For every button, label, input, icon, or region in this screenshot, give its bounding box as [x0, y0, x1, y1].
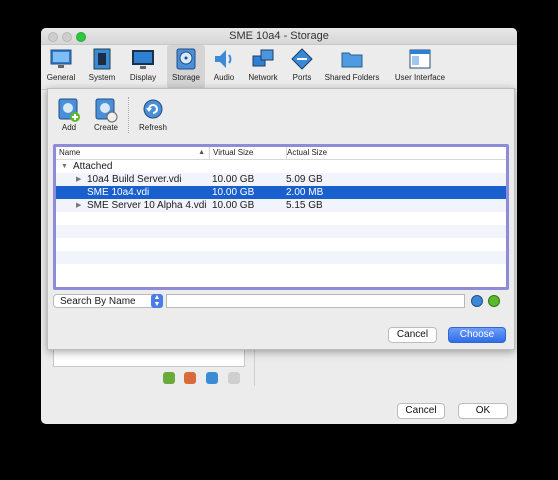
disclosure-collapsed-icon[interactable]: ▶ [76, 173, 81, 186]
display-icon [132, 50, 154, 69]
empty-row [56, 238, 506, 251]
ports-icon [291, 48, 313, 70]
empty-row [56, 251, 506, 264]
remove-controller-icon[interactable] [228, 372, 240, 384]
column-header-name[interactable]: Name ▲ [56, 147, 210, 159]
main-ok-button[interactable]: OK [458, 403, 508, 419]
disclosure-collapsed-icon[interactable]: ▶ [76, 199, 81, 212]
tab-network-label: Network [248, 73, 278, 82]
disk-table[interactable]: Name ▲ Virtual Size Actual Size ▼ Attach… [53, 144, 509, 290]
refresh-button[interactable]: Refresh [136, 97, 170, 132]
disk-name: 10a4 Build Server.vdi [87, 174, 182, 185]
search-forward-icon[interactable] [488, 295, 500, 307]
group-row-attached[interactable]: ▼ Attached [56, 160, 506, 173]
create-disk-icon [95, 98, 118, 123]
tab-user-interface[interactable]: User Interface [391, 45, 449, 89]
tab-shared-folders[interactable]: Shared Folders [323, 45, 381, 89]
disk-actual-size: 5.09 GB [286, 174, 323, 185]
create-disk-button[interactable]: Create [90, 97, 122, 132]
tab-display[interactable]: Display [125, 45, 161, 89]
search-input[interactable] [166, 294, 465, 308]
tab-audio[interactable]: Audio [209, 45, 239, 89]
tab-display-label: Display [129, 73, 157, 82]
toolbar-separator [128, 97, 130, 133]
search-backward-icon[interactable] [471, 295, 483, 307]
add-disk-label: Add [61, 123, 77, 132]
tab-user-interface-label: User Interface [394, 73, 446, 82]
refresh-label: Refresh [138, 123, 167, 132]
column-header-actual-size[interactable]: Actual Size [284, 147, 506, 159]
storage-disk-icon [176, 48, 196, 70]
title-bar: SME 10a4 - Storage [41, 28, 517, 45]
disk-virtual-size: 10.00 GB [212, 187, 255, 198]
close-window-button[interactable] [48, 32, 58, 42]
disk-name: SME 10a4.vdi [87, 187, 150, 198]
disk-virtual-size: 10.00 GB [212, 174, 255, 185]
table-rows: ▼ Attached ▶ 10a4 Build Server.vdi 10.00… [56, 160, 506, 277]
disclosure-expanded-icon[interactable]: ▼ [61, 160, 68, 173]
minimize-window-button[interactable] [62, 32, 72, 42]
select-arrows-icon: ▲ ▼ [151, 294, 163, 308]
search-mode-select[interactable]: Search By Name ▲ ▼ [53, 294, 163, 308]
table-row[interactable]: ▶ 10a4 Build Server.vdi 10.00 GB 5.09 GB [56, 173, 506, 186]
tab-shared-folders-label: Shared Folders [324, 73, 380, 82]
window-ui-icon [409, 49, 431, 69]
chip-icon [93, 48, 111, 70]
table-row[interactable]: ▶ SME Server 10 Alpha 4.vdi 10.00 GB 5.1… [56, 199, 506, 212]
tab-audio-label: Audio [213, 73, 235, 82]
disk-virtual-size: 10.00 GB [212, 200, 255, 211]
search-row: Search By Name ▲ ▼ [53, 294, 503, 310]
tab-storage-label: Storage [171, 73, 201, 82]
empty-row [56, 212, 506, 225]
tab-ports-label: Ports [292, 73, 312, 82]
empty-row [56, 264, 506, 277]
sort-ascending-icon: ▲ [198, 149, 205, 156]
tab-general-label: General [46, 73, 76, 82]
network-icon [252, 49, 274, 67]
column-header-virtual-size[interactable]: Virtual Size [210, 147, 287, 159]
search-mode-value: Search By Name [60, 296, 136, 307]
tab-ports[interactable]: Ports [287, 45, 317, 89]
speaker-icon [215, 50, 232, 68]
create-disk-label: Create [93, 123, 118, 132]
disk-name: SME Server 10 Alpha 4.vdi [87, 200, 207, 211]
remove-attachment-icon[interactable] [184, 372, 196, 384]
table-header: Name ▲ Virtual Size Actual Size [56, 147, 506, 160]
disk-actual-size: 2.00 MB [286, 187, 324, 198]
tab-network[interactable]: Network [245, 45, 281, 89]
add-disk-button[interactable]: Add [55, 97, 83, 132]
empty-row [56, 225, 506, 238]
zoom-window-button[interactable] [76, 32, 86, 42]
add-disk-icon [58, 98, 80, 122]
tab-storage[interactable]: Storage [167, 45, 205, 89]
settings-toolbar: General System Display Storage Audio Net… [41, 45, 517, 90]
window-title: SME 10a4 - Storage [229, 30, 329, 42]
add-attachment-icon[interactable] [163, 372, 175, 384]
add-controller-icon[interactable] [206, 372, 218, 384]
refresh-icon [143, 99, 163, 119]
choose-button[interactable]: Choose [448, 327, 506, 343]
folder-icon [341, 52, 363, 68]
tab-system-label: System [88, 73, 116, 82]
tab-general[interactable]: General [43, 45, 79, 89]
group-label: Attached [73, 161, 113, 172]
table-row-selected[interactable]: SME 10a4.vdi 10.00 GB 2.00 MB [56, 186, 506, 199]
tab-system[interactable]: System [85, 45, 119, 89]
disk-selector-sheet: Add Create Refresh Name ▲ Virtual Size A… [47, 88, 515, 350]
sheet-cancel-button[interactable]: Cancel [388, 327, 437, 343]
main-cancel-button[interactable]: Cancel [397, 403, 445, 419]
disk-actual-size: 5.15 GB [286, 200, 323, 211]
monitor-general-icon [50, 49, 72, 68]
